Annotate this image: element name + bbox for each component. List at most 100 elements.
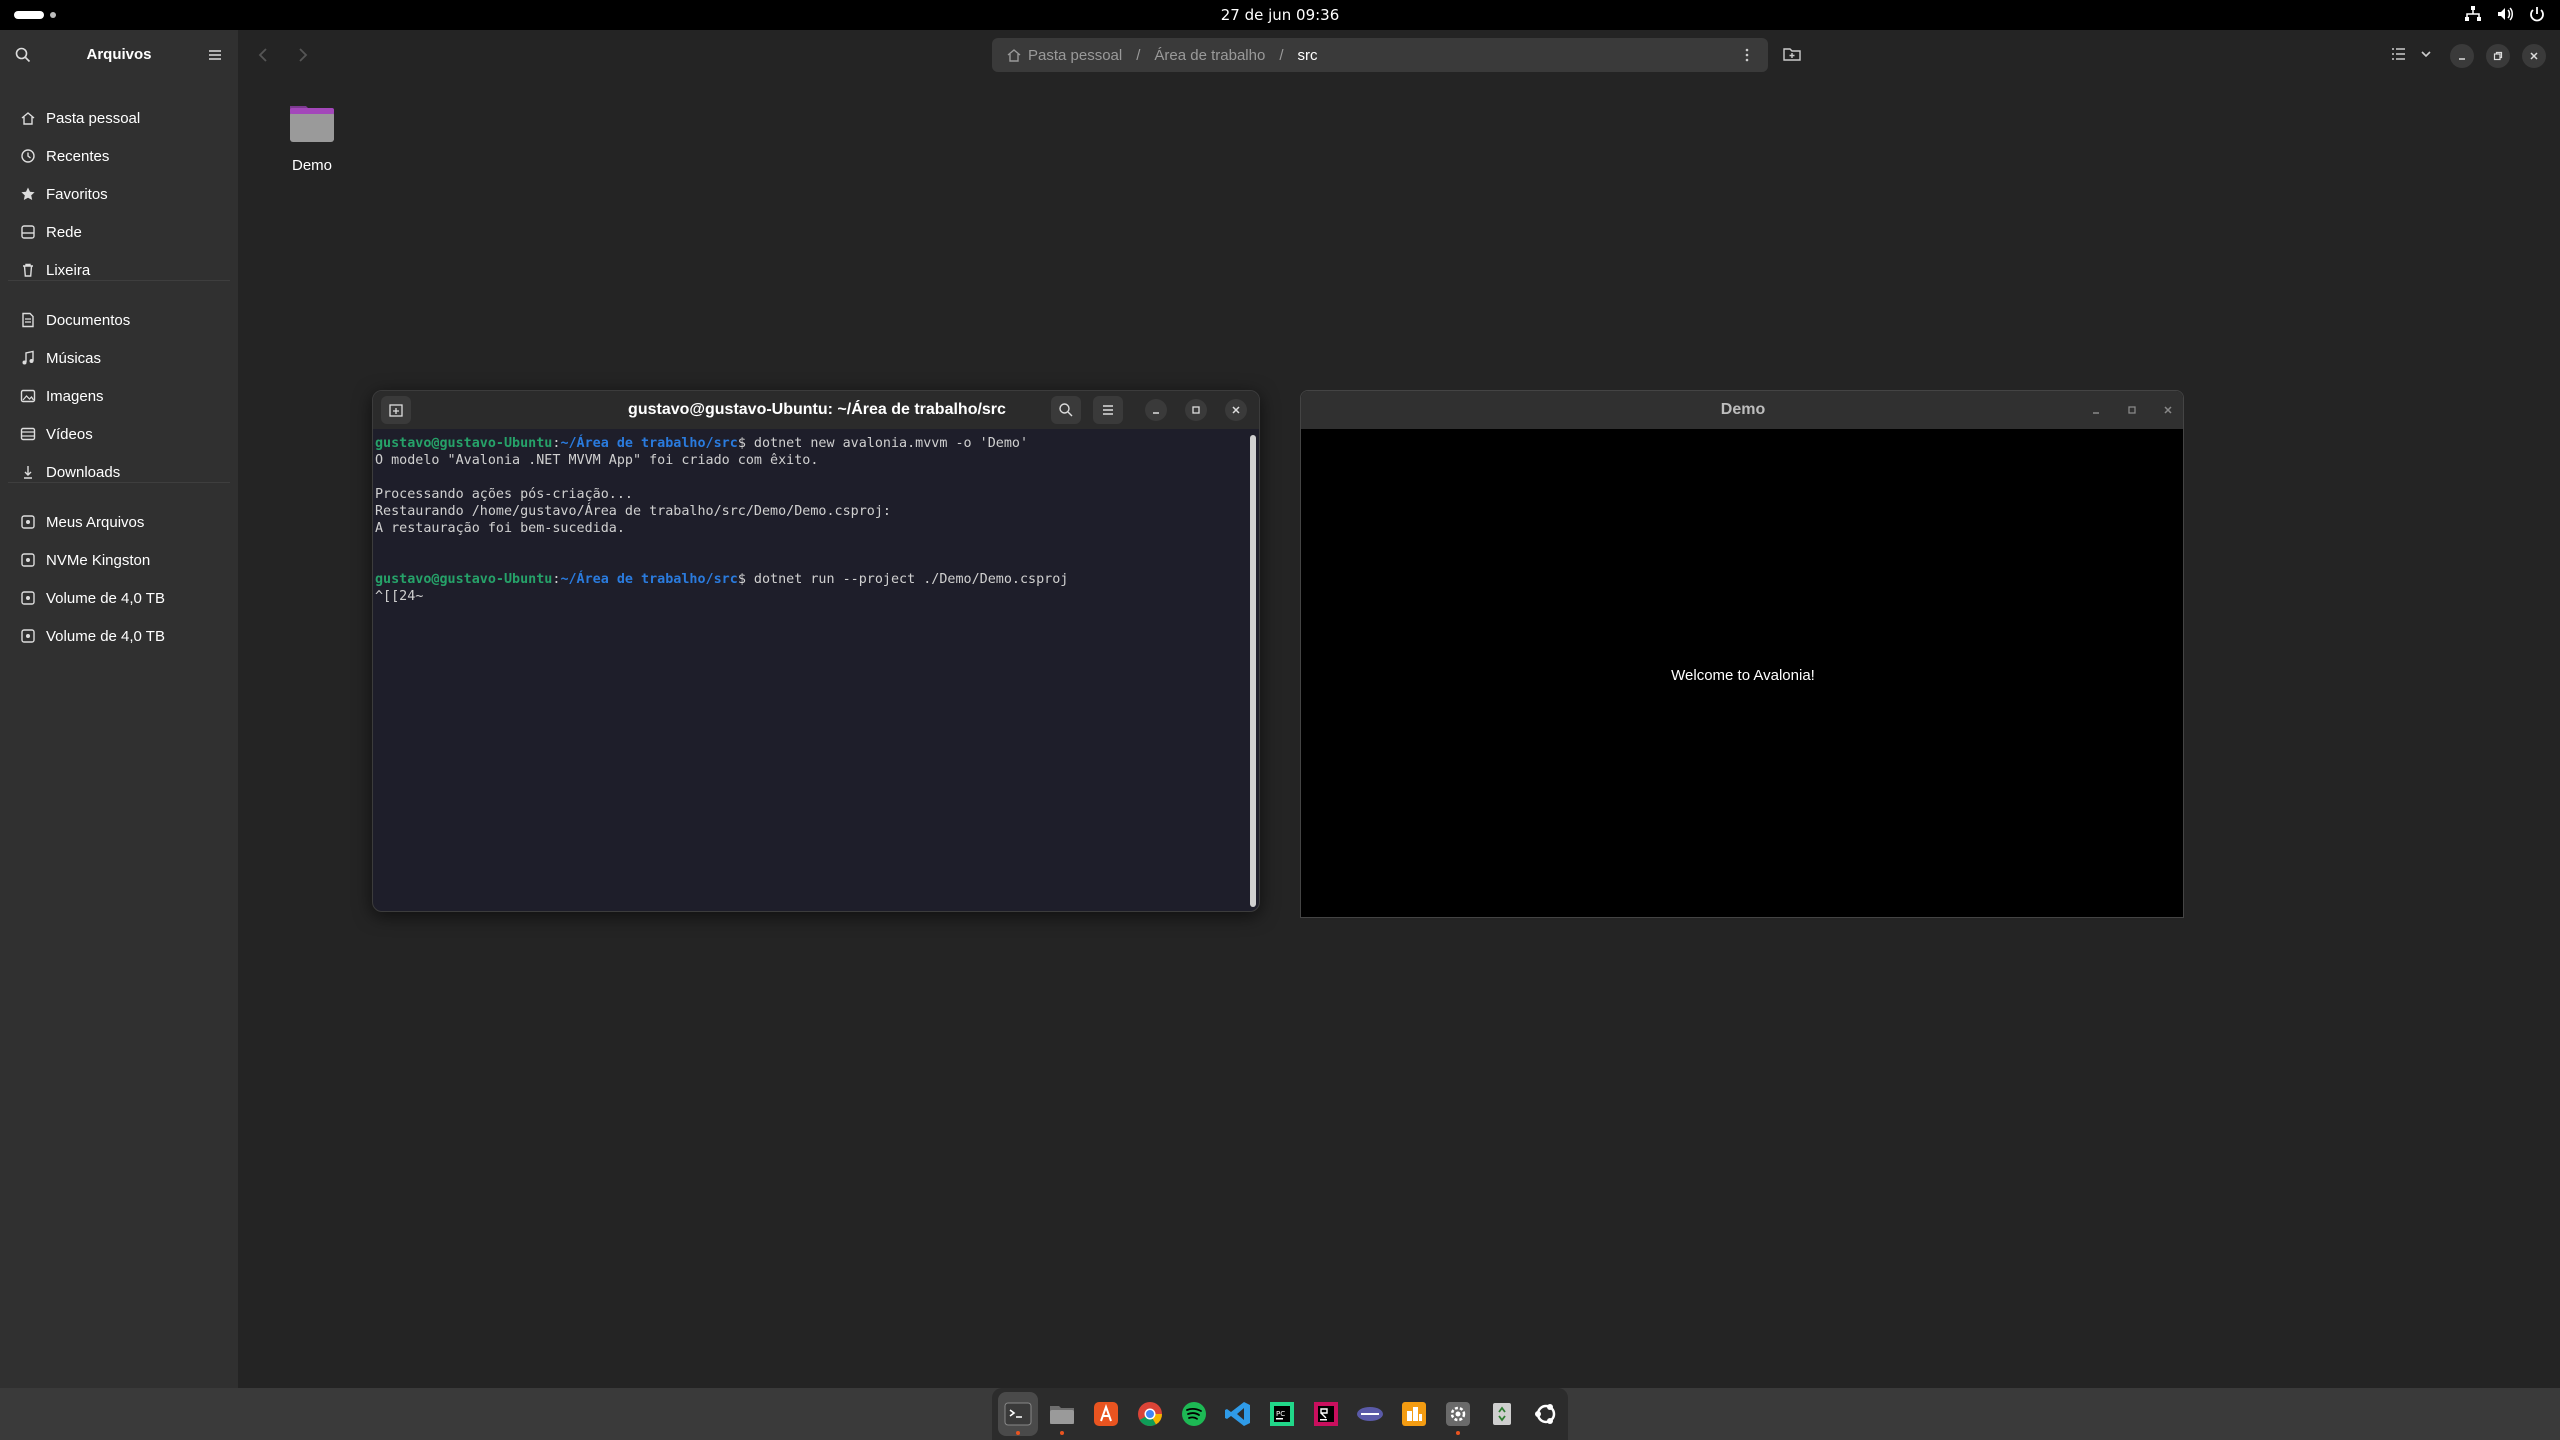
path-bar[interactable]: Pasta pessoal / Área de trabalho / src (992, 38, 1768, 72)
output-line: Processando ações pós-criação... (375, 487, 633, 502)
breadcrumb-desktop[interactable]: Área de trabalho (1154, 47, 1265, 64)
sidebar-item-label: Downloads (46, 463, 121, 481)
close-button[interactable] (2522, 44, 2546, 68)
sidebar-item-label: Pasta pessoal (46, 109, 141, 127)
dock-item-rider[interactable] (1306, 1392, 1346, 1436)
output-line: ^[[24~ (375, 589, 424, 604)
dock-item-chrome[interactable] (1130, 1392, 1170, 1436)
network-icon (21, 225, 35, 239)
close-icon (1232, 406, 1240, 414)
hamburger-menu-icon[interactable] (206, 46, 224, 64)
demo-header[interactable]: Demo (1301, 391, 2183, 429)
system-tray[interactable] (2464, 5, 2546, 23)
chrome-icon (1138, 1402, 1162, 1427)
sidebar-item-nvme[interactable]: NVMe Kingston (8, 542, 230, 578)
sidebar-item-home[interactable]: Pasta pessoal (8, 100, 230, 136)
dock-item-recycle[interactable] (1482, 1392, 1522, 1436)
home-icon (1007, 49, 1021, 62)
breadcrumb-home[interactable]: Pasta pessoal (1006, 47, 1122, 64)
document-icon (22, 312, 34, 328)
folder-name: Demo (291, 157, 332, 174)
terminal-close-button[interactable] (1225, 399, 1247, 421)
dock-item-ubuntu-software[interactable] (1394, 1392, 1434, 1436)
prompt-user: gustavo@gustavo-Ubuntu (375, 572, 553, 587)
maximize-icon (1192, 406, 1200, 414)
sidebar-item-starred[interactable]: Favoritos (8, 176, 230, 212)
sidebar-item-label: Músicas (46, 349, 102, 367)
dock-item-pycharm[interactable]: PC (1262, 1392, 1302, 1436)
sidebar-item-label: Recentes (46, 147, 110, 165)
sidebar-item-recent[interactable]: Recentes (8, 138, 230, 174)
pycharm-icon: PC (1270, 1402, 1294, 1426)
ubuntu-software-icon (1402, 1402, 1426, 1426)
demo-minimize-button[interactable] (2085, 399, 2107, 421)
terminal-minimize-button[interactable] (1145, 399, 1167, 421)
dock-item-settings[interactable] (1438, 1392, 1478, 1436)
dock-item-vscode[interactable] (1218, 1392, 1258, 1436)
dock-item-terminal[interactable] (998, 1392, 1038, 1436)
ubuntu-logo-icon (1535, 1404, 1556, 1424)
more-options-icon[interactable] (1738, 46, 1756, 64)
chevron-down-icon[interactable] (2416, 44, 2436, 64)
terminal-icon (1004, 1402, 1032, 1426)
sidebar-separator (8, 482, 230, 483)
terminal-maximize-button[interactable] (1185, 399, 1207, 421)
dock: PC (992, 1388, 1568, 1440)
demo-app-window[interactable]: Demo Welcome to Avalonia! (1300, 390, 2184, 918)
terminal-window[interactable]: gustavo@gustavo-Ubuntu: ~/Área de trabal… (372, 390, 1260, 912)
dock-item-editor[interactable] (1350, 1392, 1390, 1436)
recycle-icon (1493, 1403, 1511, 1425)
clock[interactable]: 27 de jun 09:36 (0, 6, 2560, 24)
download-icon (24, 466, 32, 479)
sidebar-item-music[interactable]: Músicas (8, 340, 230, 376)
trash-icon (23, 263, 33, 277)
terminal-search-button[interactable] (1051, 396, 1081, 424)
welcome-text: Welcome to Avalonia! (1671, 667, 1815, 684)
close-icon (2164, 406, 2172, 414)
drive-icon (21, 515, 35, 529)
minimize-button[interactable] (2450, 44, 2474, 68)
search-icon (1059, 403, 1073, 417)
sidebar-item-pictures[interactable]: Imagens (8, 378, 230, 414)
new-folder-icon[interactable] (1782, 44, 1802, 64)
vscode-icon (1225, 1402, 1250, 1426)
image-icon (20, 389, 36, 403)
power-icon (2530, 7, 2544, 22)
terminal-menu-button[interactable] (1093, 396, 1123, 424)
history-icon (21, 149, 35, 163)
sidebar-item-network[interactable]: Rede (8, 214, 230, 250)
back-arrow-icon[interactable] (254, 45, 274, 65)
forward-arrow-icon[interactable] (292, 45, 312, 65)
restore-icon (2493, 51, 2503, 61)
sidebar: Arquivos Pasta pessoal Recentes Favorito… (0, 30, 238, 1388)
sidebar-item-my-files[interactable]: Meus Arquivos (8, 504, 230, 540)
terminal-header[interactable]: gustavo@gustavo-Ubuntu: ~/Área de trabal… (373, 391, 1259, 429)
dock-item-spotify[interactable] (1174, 1392, 1214, 1436)
folder-item[interactable]: Demo (278, 100, 346, 174)
sidebar-item-documents[interactable]: Documentos (8, 302, 230, 338)
app-center-icon (1094, 1402, 1118, 1426)
sidebar-item-volume-2[interactable]: Volume de 4,0 TB (8, 618, 230, 654)
sidebar-item-label: Rede (46, 223, 82, 241)
sidebar-item-volume-1[interactable]: Volume de 4,0 TB (8, 580, 230, 616)
output-line: A restauração foi bem-sucedida. (375, 521, 625, 536)
restore-button[interactable] (2486, 44, 2510, 68)
breadcrumb-current[interactable]: src (1298, 47, 1318, 64)
dock-item-app-center[interactable] (1086, 1392, 1126, 1436)
sidebar-item-downloads[interactable]: Downloads (8, 454, 230, 490)
top-bar: 27 de jun 09:36 (0, 0, 2560, 30)
editor-icon (1357, 1407, 1383, 1421)
settings-icon (1446, 1402, 1470, 1426)
sidebar-item-videos[interactable]: Vídeos (8, 416, 230, 452)
dock-item-show-apps[interactable] (1526, 1392, 1566, 1436)
dock-item-files[interactable] (1042, 1392, 1082, 1436)
terminal-output[interactable]: gustavo@gustavo-Ubuntu:~/Área de trabalh… (375, 435, 1235, 605)
demo-close-button[interactable] (2157, 399, 2179, 421)
sidebar-item-trash[interactable]: Lixeira (8, 252, 230, 288)
list-view-icon[interactable] (2388, 44, 2408, 64)
star-icon (21, 187, 35, 200)
demo-maximize-button[interactable] (2121, 399, 2143, 421)
rider-icon (1314, 1402, 1338, 1426)
demo-title: Demo (1720, 401, 1766, 418)
terminal-scrollbar[interactable] (1250, 435, 1256, 907)
